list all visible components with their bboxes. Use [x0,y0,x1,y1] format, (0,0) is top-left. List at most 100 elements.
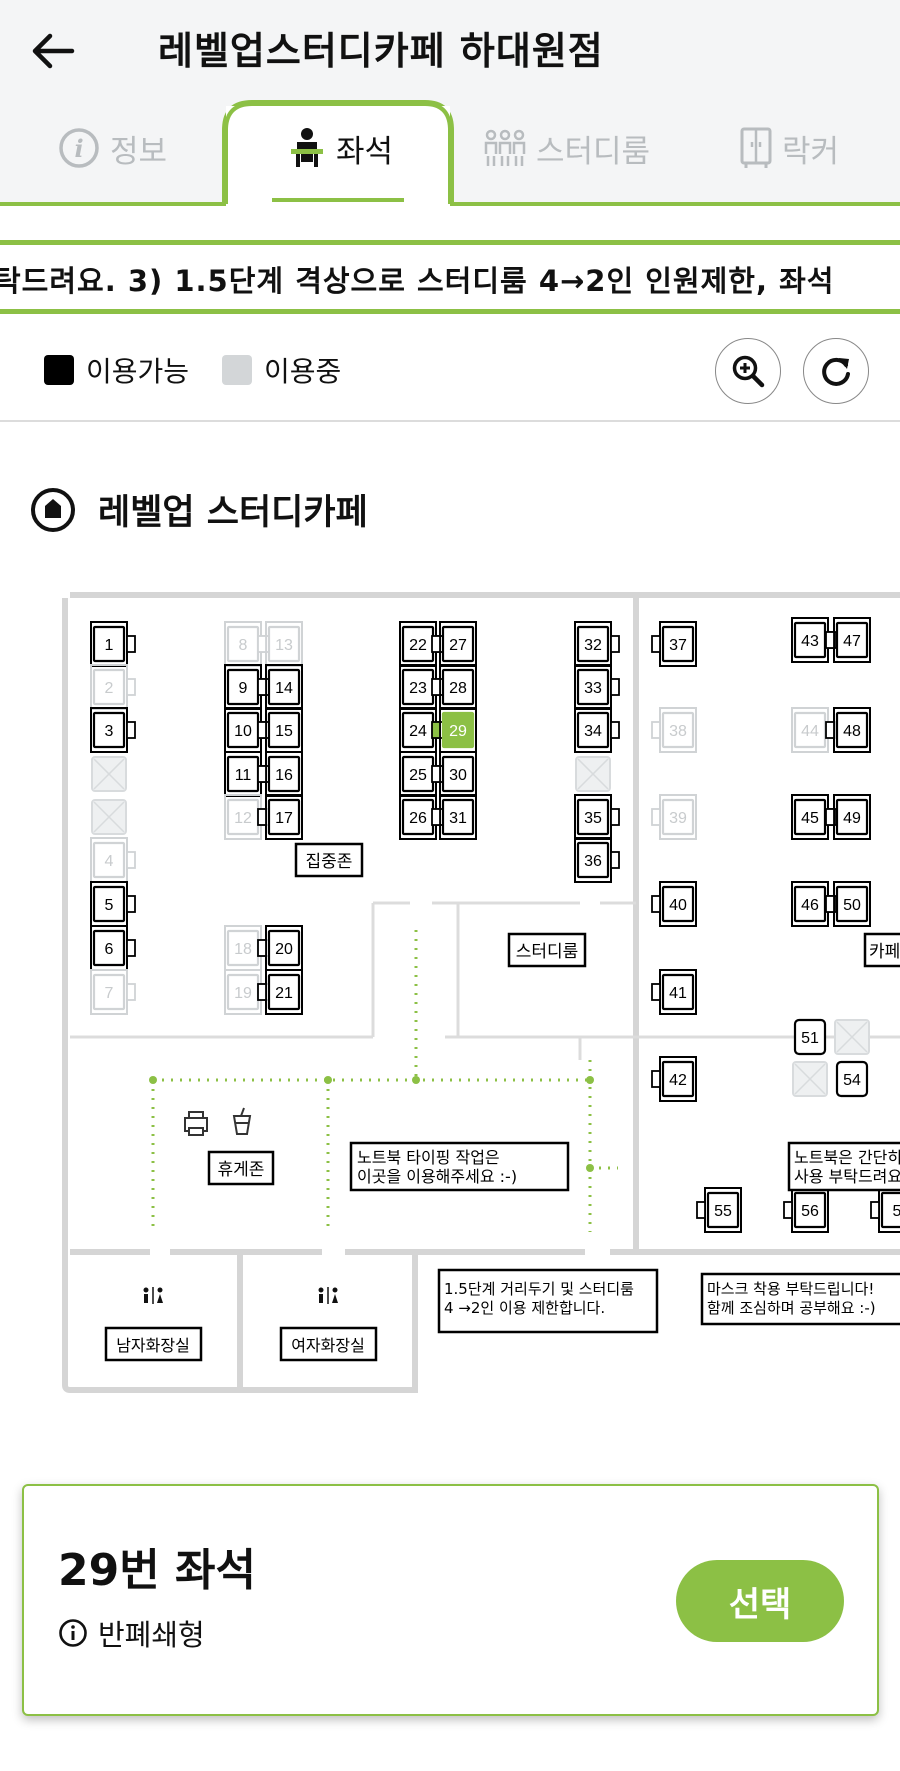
seat-number: 14 [275,680,293,697]
seat-1[interactable]: 1 [90,621,136,667]
seat-number: 7 [105,985,114,1002]
seat-number: 28 [449,680,467,697]
seat-number: 37 [669,637,687,654]
seat-number: 47 [843,633,861,650]
seat-56[interactable]: 56 [783,1187,829,1233]
tab-locker[interactable]: 락커 [740,118,839,178]
seat-number: 17 [275,810,293,827]
seat-2: 2 [90,664,136,710]
seat-number: 8 [239,637,248,654]
seat-42[interactable]: 42 [651,1056,697,1102]
seat-14[interactable]: 14 [257,664,303,710]
note-distance: 1.5단계 거리두기 및 스터디룸 4 →2인 이용 제한합니다. [437,1268,659,1334]
legend-available-label: 이용가능 [86,355,190,388]
seat-person-icon [291,128,323,167]
back-arrow-icon [32,33,75,69]
blocked-seat [91,799,127,835]
seat-29[interactable]: 29 [431,707,477,753]
seat-31[interactable]: 31 [431,794,477,840]
note-mask-line1: 마스크 착용 부탁드립니다! [707,1280,874,1298]
seat-55[interactable]: 55 [696,1187,742,1233]
divider [0,420,900,422]
select-button[interactable]: 선택 [676,1560,844,1642]
restroom-icon [143,1287,163,1304]
zone-study-room[interactable]: 스터디룸 [507,932,587,968]
seat-number: 56 [801,1203,819,1220]
seat-21[interactable]: 21 [257,969,303,1015]
seat-48[interactable]: 48 [825,707,871,753]
tab-studyroom[interactable]: 스터디룸 [484,118,650,178]
seat-number: 20 [275,941,293,958]
zoom-in-icon [732,355,765,388]
seat-36[interactable]: 36 [574,837,620,883]
seat-30[interactable]: 30 [431,751,477,797]
seat-number: 18 [234,941,252,958]
seat-number: 39 [669,810,687,827]
seat-number: 24 [409,723,427,740]
back-button[interactable] [28,26,78,76]
seat-3[interactable]: 3 [90,707,136,753]
blocked-seat [834,1019,870,1055]
cafe-heading: 레벨업 스터디카페 [30,484,368,535]
seat-number: 9 [239,680,248,697]
seat-51[interactable]: 51 [793,1018,827,1056]
seat-number: 44 [801,723,819,740]
seat-number: 31 [449,810,467,827]
zone-cafe-label: 카페 [869,942,900,962]
seat-38: 38 [651,707,697,753]
note-laptop-line2: 이곳을 이용해주세요 :-) [357,1167,517,1186]
seat-number: 27 [449,637,467,654]
seat-37[interactable]: 37 [651,621,697,667]
seat-number: 35 [584,810,602,827]
seat-number: 55 [714,1203,732,1220]
seat-54[interactable]: 54 [835,1060,869,1098]
seat-15[interactable]: 15 [257,707,303,753]
locker-icon [740,127,772,168]
seat-number: 43 [801,633,819,650]
seat-map: 1234567891011121314151617181920212223242… [62,592,900,1393]
seat-40[interactable]: 40 [651,881,697,927]
seat-27[interactable]: 27 [431,621,477,667]
group-people-icon [484,129,526,166]
tab-info[interactable]: i 정보 [58,118,167,178]
seat-6[interactable]: 6 [90,925,136,971]
drink-icon [232,1107,252,1135]
seat-49[interactable]: 49 [825,794,871,840]
selected-seat-name: 29번 좌석 [58,1545,256,1596]
seat-number: 29 [449,723,467,740]
seat-17[interactable]: 17 [257,794,303,840]
seat-35[interactable]: 35 [574,794,620,840]
seat-47[interactable]: 47 [825,617,871,663]
note-distance-line1: 1.5단계 거리두기 및 스터디룸 [444,1280,634,1298]
seat-41[interactable]: 41 [651,969,697,1015]
seat-34[interactable]: 34 [574,707,620,753]
seat-32[interactable]: 32 [574,621,620,667]
seat-5[interactable]: 5 [90,881,136,927]
seat-type-label: 반폐쇄형 [98,1618,205,1652]
seat-number: 54 [843,1072,861,1089]
blocked-seat [792,1061,828,1097]
seat-50[interactable]: 50 [825,881,871,927]
seat-20[interactable]: 20 [257,925,303,971]
blocked-seat [575,756,611,792]
seat-number: 3 [105,723,114,740]
notice-text: 탁드려요. 3) 1.5단계 격상으로 스터디룸 4→2인 인원제한, 좌석 [0,264,835,298]
seat-number: 51 [801,1030,819,1047]
tab-seat[interactable]: 좌석 [288,118,393,178]
tab-info-label: 정보 [110,133,168,170]
zone-focus-label: 집중존 [306,852,353,872]
seat-28[interactable]: 28 [431,664,477,710]
seat-number: 19 [234,985,252,1002]
seat-number: 41 [669,985,687,1002]
seat-number: 22 [409,637,427,654]
seat-number: 15 [275,723,293,740]
seat-5[interactable]: 5 [870,1187,900,1233]
seat-16[interactable]: 16 [257,751,303,797]
seat-number: 49 [843,810,861,827]
seat-33[interactable]: 33 [574,664,620,710]
refresh-button[interactable] [803,338,869,404]
page-title: 레벨업스터디카페 하대원점 [158,29,604,73]
cafe-name: 레벨업 스터디카페 [98,493,368,533]
zoom-button[interactable] [715,338,781,404]
zone-lounge-label: 휴게존 [218,1160,265,1180]
